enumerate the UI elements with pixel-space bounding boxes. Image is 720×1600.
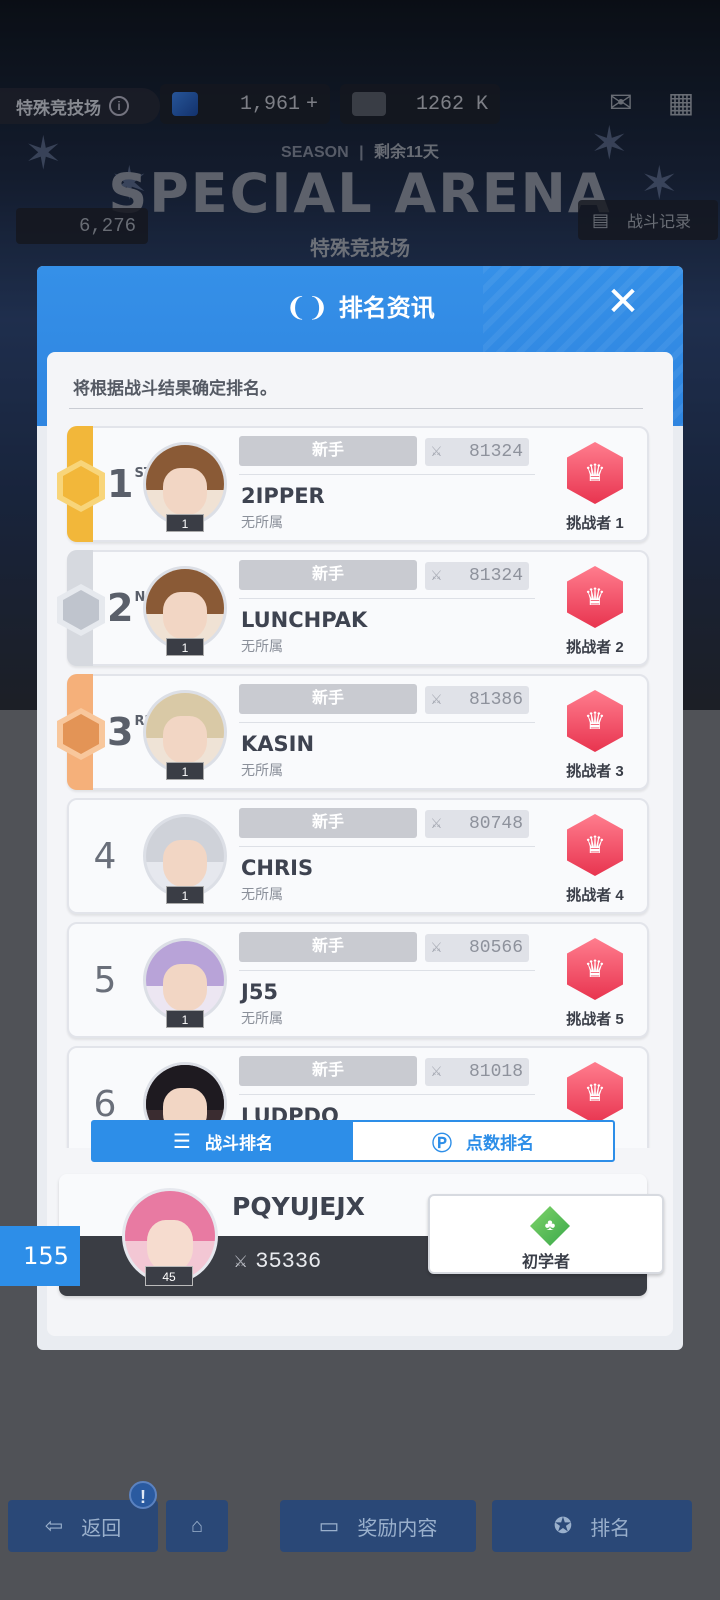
challenge-button[interactable]: ♛ 挑战者 2: [551, 566, 639, 662]
back-button[interactable]: ⇦ 返回: [8, 1500, 158, 1552]
challenge-label: 挑战者 2: [566, 639, 624, 656]
ranking-notice: 将根据战斗结果确定排名。: [73, 379, 277, 398]
trophy-icon: ♛: [567, 814, 623, 876]
challenge-button[interactable]: ♛ 挑战者 4: [551, 814, 639, 910]
my-level: 45: [145, 1266, 193, 1286]
player-name: J55: [241, 980, 279, 1004]
silver-medal-icon: [57, 584, 105, 636]
tier-badge: 新手: [239, 1056, 417, 1086]
rank-label: 6: [93, 1084, 117, 1125]
combat-power: ⚔ 80748: [425, 810, 529, 838]
home-button[interactable]: ⌂: [166, 1500, 228, 1552]
points-coin-icon: Ⓟ: [432, 1132, 452, 1155]
divider: [69, 408, 643, 409]
crossed-swords-icon: ⚔: [431, 442, 442, 462]
combat-power: ⚔ 81324: [425, 562, 529, 590]
challenge-label: 挑战者 3: [566, 763, 624, 780]
ranking-label: 排名: [590, 1517, 631, 1540]
my-rank: 155: [0, 1226, 80, 1286]
tab-battle-label: 战斗排名: [204, 1133, 273, 1153]
ranking-row: 1ST 1 新手 ⚔81324 2IPPER 无所属 ♛ 挑战者 1: [57, 426, 649, 542]
alert-badge-icon: !: [129, 1481, 157, 1509]
tier-badge: 新手: [239, 560, 417, 590]
player-name: KASIN: [241, 732, 315, 756]
tab-battle-ranking[interactable]: ☰ 战斗排名: [93, 1122, 353, 1160]
rank-label: 4: [93, 836, 117, 877]
player-name: LUNCHPAK: [241, 608, 368, 632]
ranking-row: 3RD 1 新手 ⚔81386 KASIN 无所属 ♛ 挑战者 3: [57, 674, 649, 790]
ranking-list[interactable]: 1ST 1 新手 ⚔81324 2IPPER 无所属 ♛ 挑战者 1 2: [47, 426, 673, 1148]
modal-title-text: 排名资讯: [338, 295, 435, 322]
combat-power: ⚔ 81018: [425, 1058, 529, 1086]
my-tier-label: 初学者: [521, 1254, 570, 1271]
rank-label: 5: [93, 960, 117, 1001]
challenge-button[interactable]: ♛ 挑战者 5: [551, 938, 639, 1034]
player-level: 1: [166, 638, 204, 656]
crossed-swords-icon: ⚔: [431, 566, 442, 586]
ranking-row: 4 1 新手 ⚔ 80748 CHRIS 无所属 ♛ 挑战者 4: [67, 798, 649, 914]
player-name: CHRIS: [241, 856, 314, 880]
my-name: PQYUJEJX: [232, 1192, 365, 1221]
sprout-icon: ♣: [530, 1206, 570, 1246]
home-icon: ⌂: [190, 1514, 204, 1537]
my-tier-badge: ♣ 初学者: [428, 1194, 664, 1274]
trophy-icon: ♛: [567, 690, 623, 752]
bronze-medal-icon: [57, 708, 105, 760]
challenge-button[interactable]: ♛ 挑战者 3: [551, 690, 639, 786]
trophy-icon: ♛: [567, 1062, 623, 1124]
player-level: 1: [166, 514, 204, 532]
player-squad: 无所属: [241, 638, 283, 654]
ranking-button[interactable]: ✪ 排名: [492, 1500, 692, 1552]
ranking-row: 5 1 新手 ⚔ 80566 J55 无所属 ♛ 挑战者 5: [67, 922, 649, 1038]
player-name: 2IPPER: [241, 484, 325, 508]
player-level: 1: [166, 762, 204, 780]
chest-icon: ▭: [318, 1513, 340, 1538]
laurel-icon: ❨❩: [285, 292, 329, 322]
crossed-swords-icon: ⚔: [431, 814, 442, 834]
tier-badge: 新手: [239, 808, 417, 838]
player-squad: 无所属: [241, 886, 283, 902]
crossed-swords-icon: ⚔: [431, 938, 442, 958]
rewards-label: 奖励内容: [357, 1517, 438, 1540]
player-squad: 无所属: [241, 1010, 283, 1026]
ranking-info-modal: ❨❩ 排名资讯 ✕ 将根据战斗结果确定排名。 1ST 1 新手 ⚔81324 2I…: [37, 266, 683, 1350]
trophy-icon: ♛: [567, 442, 623, 504]
player-level: 1: [166, 1010, 204, 1028]
tier-badge: 新手: [239, 932, 417, 962]
ranking-tabs: ☰ 战斗排名 Ⓟ 点数排名: [91, 1120, 615, 1162]
trophy-icon: ♛: [567, 566, 623, 628]
combat-power: ⚔ 80566: [425, 934, 529, 962]
medal-icon: ✪: [553, 1513, 573, 1538]
combat-power: ⚔ 81324: [425, 438, 529, 466]
player-squad: 无所属: [241, 514, 283, 530]
close-button[interactable]: ✕: [601, 280, 645, 324]
trophy-icon: ♛: [567, 938, 623, 1000]
challenge-label: 挑战者 4: [566, 887, 624, 904]
player-level: 1: [166, 886, 204, 904]
crossed-swords-icon: ⚔: [431, 690, 442, 710]
challenge-label: 挑战者 1: [566, 515, 624, 532]
crossed-swords-icon: ⚔: [431, 1062, 442, 1082]
modal-body: 将根据战斗结果确定排名。 1ST 1 新手 ⚔81324 2IPPER 无所属 …: [47, 352, 673, 1336]
challenge-label: 挑战者 5: [566, 1011, 624, 1028]
tab-points-label: 点数排名: [466, 1133, 534, 1153]
exit-icon: ⇦: [44, 1513, 64, 1538]
bullets-icon: ☰: [173, 1130, 191, 1153]
rewards-button[interactable]: ▭ 奖励内容: [280, 1500, 476, 1552]
tab-points-ranking[interactable]: Ⓟ 点数排名: [353, 1122, 613, 1160]
modal-title: ❨❩ 排名资讯: [37, 288, 683, 323]
crossed-swords-icon: ⚔: [234, 1249, 248, 1274]
back-label: 返回: [81, 1517, 122, 1540]
my-combat-power: ⚔ 35336: [234, 1249, 322, 1274]
ranking-row: 2ND 1 新手 ⚔81324 LUNCHPAK 无所属 ♛ 挑战者 2: [57, 550, 649, 666]
combat-power: ⚔ 81386: [425, 686, 529, 714]
gold-medal-icon: [57, 460, 105, 512]
player-squad: 无所属: [241, 762, 283, 778]
challenge-button[interactable]: ♛ 挑战者 1: [551, 442, 639, 538]
tier-badge: 新手: [239, 684, 417, 714]
tier-badge: 新手: [239, 436, 417, 466]
